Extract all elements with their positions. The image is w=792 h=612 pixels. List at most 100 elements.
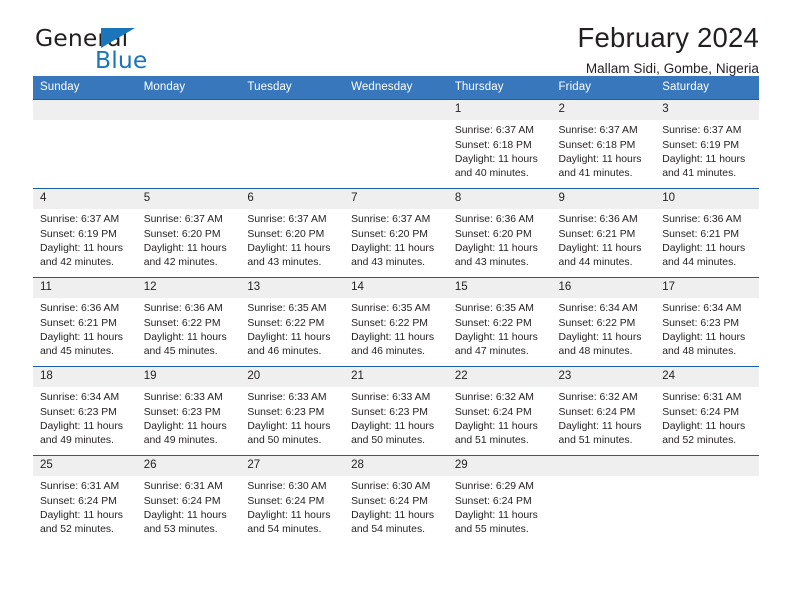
daylight-text-cont: and 46 minutes. xyxy=(351,346,426,358)
calendar-day-cell[interactable]: 3 Sunrise: 6:37 AM Sunset: 6:19 PM Daylight… xyxy=(655,99,759,189)
daylight-text: Daylight: 11 hours xyxy=(143,420,227,432)
daylight-text: Daylight: 11 hours xyxy=(662,331,746,343)
daylight-text: Daylight: 11 hours xyxy=(558,153,642,165)
calendar-day-cell[interactable]: 25 Sunrise: 6:31 AM Sunset: 6:24 PM Dayligh… xyxy=(33,455,137,544)
calendar-day-cell[interactable]: 24 Sunrise: 6:31 AM Sunset: 6:24 PM Dayligh… xyxy=(655,366,759,456)
calendar-day-cell[interactable]: 23 Sunrise: 6:32 AM Sunset: 6:24 PM Dayligh… xyxy=(551,366,656,456)
daylight-text-cont: and 44 minutes. xyxy=(558,257,633,269)
day-number: 13 xyxy=(240,278,345,299)
day-number xyxy=(551,456,656,477)
calendar-day-cell[interactable]: 6 Sunrise: 6:37 AM Sunset: 6:20 PM Daylight… xyxy=(240,188,345,278)
daylight-text: Daylight: 11 hours xyxy=(40,242,123,254)
calendar-day-cell-empty xyxy=(240,99,345,189)
daylight-text-cont: and 45 minutes. xyxy=(143,346,218,358)
sunset-text: Sunset: 6:22 PM xyxy=(247,317,325,329)
calendar-day-cell[interactable]: 8 Sunrise: 6:36 AM Sunset: 6:20 PM Daylight… xyxy=(447,188,552,278)
calendar-day-cell[interactable]: 14 Sunrise: 6:35 AM Sunset: 6:22 PM Dayligh… xyxy=(344,277,448,367)
day-number: 16 xyxy=(551,278,656,299)
calendar-day-cell[interactable]: 19 Sunrise: 6:33 AM Sunset: 6:23 PM Dayligh… xyxy=(136,366,241,456)
calendar-day-cell[interactable]: 4 Sunrise: 6:37 AM Sunset: 6:19 PM Daylight… xyxy=(33,188,137,278)
daylight-text-cont: and 54 minutes. xyxy=(247,524,322,536)
daylight-text: Daylight: 11 hours xyxy=(351,509,435,521)
day-details: Sunrise: 6:34 AM Sunset: 6:22 PM Daylight:… xyxy=(552,298,656,359)
day-number: 10 xyxy=(655,189,759,210)
sunset-text: Sunset: 6:24 PM xyxy=(662,406,740,418)
day-details: Sunrise: 6:32 AM Sunset: 6:24 PM Daylight:… xyxy=(552,387,656,448)
calendar-day-cell[interactable]: 13 Sunrise: 6:35 AM Sunset: 6:22 PM Dayligh… xyxy=(240,277,345,367)
day-number: 21 xyxy=(344,367,448,388)
calendar-day-cell[interactable]: 22 Sunrise: 6:32 AM Sunset: 6:24 PM Dayligh… xyxy=(447,366,552,456)
daylight-text: Daylight: 11 hours xyxy=(40,420,123,432)
day-details: Sunrise: 6:30 AM Sunset: 6:24 PM Daylight:… xyxy=(240,476,344,537)
daylight-text-cont: and 49 minutes. xyxy=(40,435,114,447)
calendar-day-cell[interactable]: 20 Sunrise: 6:33 AM Sunset: 6:23 PM Dayligh… xyxy=(240,366,345,456)
sunset-text: Sunset: 6:22 PM xyxy=(454,317,532,329)
sunset-text: Sunset: 6:23 PM xyxy=(351,406,428,418)
sunset-text: Sunset: 6:21 PM xyxy=(662,228,740,240)
sunrise-text: Sunrise: 6:35 AM xyxy=(351,303,431,315)
calendar-day-cell[interactable]: 26 Sunrise: 6:31 AM Sunset: 6:24 PM Dayligh… xyxy=(136,455,241,544)
day-details: Sunrise: 6:35 AM Sunset: 6:22 PM Daylight:… xyxy=(344,298,448,359)
weekday-header-wednesday: Wednesday xyxy=(344,76,448,100)
day-number: 29 xyxy=(447,456,552,477)
day-number: 9 xyxy=(551,189,656,210)
weekday-header-monday: Monday xyxy=(136,76,241,100)
sunrise-text: Sunrise: 6:33 AM xyxy=(247,392,327,404)
sunset-text: Sunset: 6:24 PM xyxy=(143,495,221,507)
calendar-day-cell[interactable]: 18 Sunrise: 6:34 AM Sunset: 6:23 PM Dayligh… xyxy=(33,366,137,456)
day-number: 2 xyxy=(551,100,656,121)
calendar-day-cell-empty xyxy=(655,455,759,544)
daylight-text: Daylight: 11 hours xyxy=(454,420,538,432)
sunrise-text: Sunrise: 6:37 AM xyxy=(662,125,742,137)
calendar-day-cell[interactable]: 11 Sunrise: 6:36 AM Sunset: 6:21 PM Dayligh… xyxy=(33,277,137,367)
logo-text-blue: Blue xyxy=(95,46,148,74)
calendar-day-cell[interactable]: 10 Sunrise: 6:36 AM Sunset: 6:21 PM Dayligh… xyxy=(655,188,759,278)
calendar-page: General Blue February 2024 Mallam Sidi, … xyxy=(0,0,792,612)
calendar-day-cell[interactable]: 2 Sunrise: 6:37 AM Sunset: 6:18 PM Daylight… xyxy=(551,99,656,189)
weekday-header-saturday: Saturday xyxy=(655,76,759,100)
daylight-text: Daylight: 11 hours xyxy=(558,331,642,343)
day-details: Sunrise: 6:36 AM Sunset: 6:22 PM Daylight:… xyxy=(137,298,241,359)
sunset-text: Sunset: 6:24 PM xyxy=(351,495,428,507)
calendar-day-cell[interactable]: 7 Sunrise: 6:37 AM Sunset: 6:20 PM Daylight… xyxy=(344,188,448,278)
calendar-day-cell[interactable]: 12 Sunrise: 6:36 AM Sunset: 6:22 PM Dayligh… xyxy=(136,277,241,367)
calendar-day-cell[interactable]: 27 Sunrise: 6:30 AM Sunset: 6:24 PM Dayligh… xyxy=(240,455,345,544)
calendar-week-row: 4 Sunrise: 6:37 AM Sunset: 6:19 PM Daylight… xyxy=(33,188,759,278)
calendar-day-cell[interactable]: 1 Sunrise: 6:37 AM Sunset: 6:18 PM Daylight… xyxy=(447,99,552,189)
sunrise-text: Sunrise: 6:37 AM xyxy=(454,125,534,137)
calendar-day-cell[interactable]: 16 Sunrise: 6:34 AM Sunset: 6:22 PM Dayligh… xyxy=(551,277,656,367)
calendar-day-cell[interactable]: 9 Sunrise: 6:36 AM Sunset: 6:21 PM Daylight… xyxy=(551,188,656,278)
sunset-text: Sunset: 6:24 PM xyxy=(558,406,636,418)
calendar-day-cell[interactable]: 5 Sunrise: 6:37 AM Sunset: 6:20 PM Daylight… xyxy=(136,188,241,278)
day-details: Sunrise: 6:36 AM Sunset: 6:20 PM Daylight:… xyxy=(448,209,552,270)
sunset-text: Sunset: 6:22 PM xyxy=(351,317,428,329)
calendar-day-cell[interactable]: 28 Sunrise: 6:30 AM Sunset: 6:24 PM Dayligh… xyxy=(344,455,448,544)
weekday-header-tuesday: Tuesday xyxy=(240,76,345,100)
sunrise-text: Sunrise: 6:34 AM xyxy=(662,303,742,315)
calendar-table: Sunday Monday Tuesday Wednesday Thursday… xyxy=(33,76,759,544)
general-blue-logo[interactable]: General Blue xyxy=(33,24,213,76)
calendar-day-cell[interactable]: 15 Sunrise: 6:35 AM Sunset: 6:22 PM Dayligh… xyxy=(447,277,552,367)
calendar-week-row: 18 Sunrise: 6:34 AM Sunset: 6:23 PM Dayligh… xyxy=(33,366,759,456)
calendar-day-cell[interactable]: 21 Sunrise: 6:33 AM Sunset: 6:23 PM Dayligh… xyxy=(344,366,448,456)
day-details: Sunrise: 6:33 AM Sunset: 6:23 PM Daylight:… xyxy=(344,387,448,448)
sunrise-text: Sunrise: 6:36 AM xyxy=(454,214,534,226)
daylight-text: Daylight: 11 hours xyxy=(351,242,435,254)
sunrise-text: Sunrise: 6:32 AM xyxy=(558,392,638,404)
calendar-day-cell[interactable]: 17 Sunrise: 6:34 AM Sunset: 6:23 PM Dayligh… xyxy=(655,277,759,367)
sunset-text: Sunset: 6:23 PM xyxy=(40,406,117,418)
page-header: General Blue February 2024 Mallam Sidi, … xyxy=(33,0,759,76)
calendar-day-cell-empty xyxy=(33,99,137,189)
calendar-body: 1 Sunrise: 6:37 AM Sunset: 6:18 PM Daylight… xyxy=(33,99,759,544)
sunrise-text: Sunrise: 6:35 AM xyxy=(454,303,534,315)
day-number: 18 xyxy=(33,367,137,388)
sunrise-text: Sunrise: 6:34 AM xyxy=(40,392,120,404)
daylight-text: Daylight: 11 hours xyxy=(247,331,331,343)
daylight-text: Daylight: 11 hours xyxy=(40,331,123,343)
daylight-text-cont: and 49 minutes. xyxy=(143,435,218,447)
daylight-text-cont: and 45 minutes. xyxy=(40,346,114,358)
sunset-text: Sunset: 6:23 PM xyxy=(143,406,221,418)
day-number: 14 xyxy=(344,278,448,299)
triangle-icon xyxy=(101,28,135,48)
calendar-day-cell[interactable]: 29 Sunrise: 6:29 AM Sunset: 6:24 PM Dayligh… xyxy=(447,455,552,544)
